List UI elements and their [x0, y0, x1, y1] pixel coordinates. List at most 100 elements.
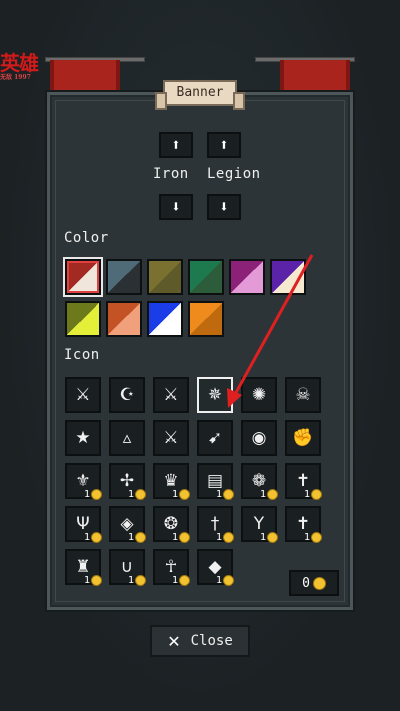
coin-icon [91, 531, 102, 543]
close-icon: ✕ [167, 631, 181, 651]
first-word-label: Iron [153, 166, 189, 182]
icon-option[interactable]: ◉ [241, 420, 277, 456]
trident-icon: Ψ [76, 513, 90, 534]
figure-icon: ✝ [295, 513, 311, 534]
currency-amount: 0 [302, 575, 310, 591]
icon-option[interactable]: ✵ [197, 377, 233, 413]
icon-option[interactable]: ❁ 1 [241, 463, 278, 500]
icon-option[interactable]: † 1 [197, 506, 234, 543]
book-icon: ▤ [206, 470, 224, 491]
icon-option[interactable]: ◈ 1 [109, 506, 146, 543]
currency-display: 0 [289, 570, 339, 596]
second-word-down-button[interactable]: ⬇ [207, 194, 241, 220]
icon-cost-amount: 1 [171, 488, 178, 500]
icon-cost-amount: 1 [127, 531, 134, 543]
icon-cost-amount: 1 [127, 574, 134, 586]
coin-icon [91, 488, 102, 500]
color-swatch[interactable] [65, 301, 101, 337]
icon-option[interactable]: ▵ [109, 420, 145, 456]
color-section-label: Color [64, 230, 109, 246]
coin-icon [311, 531, 322, 543]
icon-option[interactable]: ♛ 1 [153, 463, 190, 500]
icon-option[interactable]: ☠ [285, 377, 321, 413]
arrow-down-icon: ⬇ [171, 197, 181, 216]
coin-icon [135, 574, 146, 586]
icon-option[interactable]: ❂ 1 [153, 506, 190, 543]
horseshoe-icon: ∪ [120, 556, 134, 577]
icon-cost-amount: 1 [215, 574, 222, 586]
icon-option[interactable]: ⚔ [153, 420, 189, 456]
color-swatch[interactable] [229, 259, 265, 295]
first-word-down-button[interactable]: ⬇ [159, 194, 193, 220]
icon-option[interactable]: ✺ [241, 377, 277, 413]
color-swatch[interactable] [188, 259, 224, 295]
sword-star-icon: ✢ [119, 470, 135, 491]
crown-icon: ♛ [163, 470, 179, 491]
icon-option[interactable]: ♜ 1 [65, 549, 102, 586]
tiki-icon: ☥ [164, 556, 178, 577]
coin-icon [135, 531, 146, 543]
icon-option[interactable]: ⚔ [153, 377, 189, 413]
sunburst-skull-icon: ✵ [207, 384, 223, 405]
icon-option[interactable]: ★ [65, 420, 101, 456]
fist-icon: ✊ [292, 427, 314, 448]
icon-cost: 1 [216, 574, 234, 586]
icon-option[interactable]: ☥ 1 [153, 549, 190, 586]
star-icon: ★ [75, 427, 91, 448]
icon-option[interactable]: ◆ 1 [197, 549, 234, 586]
color-swatch[interactable] [63, 257, 103, 297]
fish-icon: ◆ [208, 556, 222, 577]
icon-cost: 1 [84, 531, 102, 543]
sun-icon: ✺ [251, 384, 267, 405]
icon-option[interactable]: ✊ [285, 420, 321, 456]
color-swatch[interactable] [270, 259, 306, 295]
color-swatch[interactable] [147, 259, 183, 295]
arrow-down-icon: ⬇ [219, 197, 229, 216]
sword-icon: ⚔ [163, 427, 179, 448]
discord-icon: ◉ [251, 427, 267, 448]
coin-icon [223, 531, 234, 543]
color-swatch[interactable] [188, 301, 224, 337]
coin-icon [179, 574, 190, 586]
icon-option[interactable]: ➹ [197, 420, 233, 456]
close-button-label: Close [190, 633, 233, 649]
icon-cost-amount: 1 [171, 574, 178, 586]
first-word-up-button[interactable]: ⬆ [159, 132, 193, 158]
icon-option[interactable]: Ψ1 [65, 506, 102, 543]
icon-option[interactable]: ✢ 1 [109, 463, 146, 500]
close-button[interactable]: ✕ Close [150, 625, 250, 657]
icon-section-label: Icon [64, 347, 100, 363]
icon-cost-amount: 1 [83, 488, 90, 500]
icon-option[interactable]: ⚜ 1 [65, 463, 102, 500]
color-swatch[interactable] [147, 301, 183, 337]
icon-option[interactable]: Y1 [241, 506, 278, 543]
coin-icon [311, 488, 322, 500]
icon-cost: 1 [172, 574, 190, 586]
castle-icon: ♜ [75, 556, 91, 577]
fleur-de-lis-icon: ⚜ [75, 470, 91, 491]
icon-cost-amount: 1 [303, 531, 310, 543]
icon-cost: 1 [216, 531, 234, 543]
icon-option[interactable]: ⚔ [65, 377, 101, 413]
icon-cost-amount: 1 [127, 488, 134, 500]
watermark-sub-text: 无敌 1997 [0, 74, 31, 81]
diamond-icon: ◈ [120, 513, 134, 534]
icon-cost: 1 [260, 531, 278, 543]
crescent-star-icon: ☪ [119, 384, 135, 405]
coin-icon [179, 531, 190, 543]
coin-icon [91, 574, 102, 586]
second-word-up-button[interactable]: ⬆ [207, 132, 241, 158]
color-swatch[interactable] [106, 259, 142, 295]
icon-cost-amount: 1 [171, 531, 178, 543]
icon-option[interactable]: ✝ 1 [285, 506, 322, 543]
coin-icon [312, 576, 326, 590]
icon-option[interactable]: ☪ [109, 377, 145, 413]
color-swatch[interactable] [106, 301, 142, 337]
icon-option[interactable]: ∪ 1 [109, 549, 146, 586]
icon-option[interactable]: ✝ 1 [285, 463, 322, 500]
icon-cost: 1 [128, 488, 146, 500]
coin-icon [179, 488, 190, 500]
icon-option[interactable]: ▤ 1 [197, 463, 234, 500]
icon-cost-amount: 1 [83, 531, 90, 543]
skull-crossbones-icon: ☠ [295, 384, 311, 405]
